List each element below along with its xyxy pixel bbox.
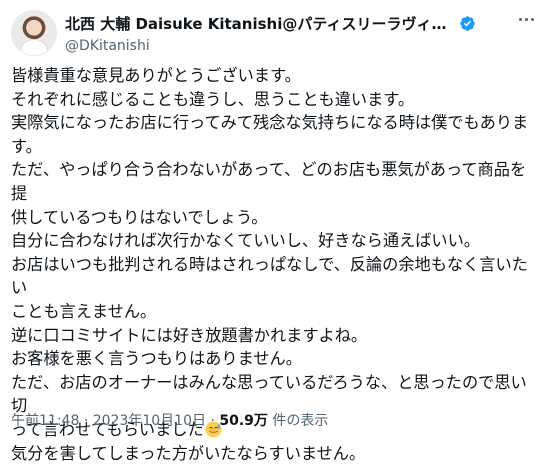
tweet-line: お客様を悪く言うつもりはありません。 bbox=[11, 347, 539, 371]
tweet-card: 北西 大輔 Daisuke Kitanishi@パティスリーラヴィアンレーヴ @… bbox=[0, 0, 550, 440]
tweet-line: お店はいつも批判される時はされっぱなしで、反論の余地もなく言いたい bbox=[11, 253, 539, 300]
tweet-line: 皆様貴重な意見ありがとうございます。 bbox=[11, 64, 539, 88]
tweet-meta: 午前11:48 · 2023年10月10日 · 50.9万 件の表示 bbox=[11, 410, 328, 430]
tweet-line: 気分を害してしまった方がいたならすいません。 bbox=[11, 442, 539, 465]
more-options-icon[interactable] bbox=[515, 12, 538, 27]
tweet-header: 北西 大輔 Daisuke Kitanishi@パティスリーラヴィアンレーヴ @… bbox=[65, 13, 510, 54]
verified-badge-icon bbox=[459, 15, 476, 32]
tweet-text: 皆様貴重な意見ありがとうございます。 それぞれに感じることも違うし、思うことも違… bbox=[11, 64, 539, 465]
avatar[interactable] bbox=[11, 10, 57, 56]
author-display-name[interactable]: 北西 大輔 Daisuke Kitanishi@パティスリーラヴィアンレーヴ bbox=[65, 13, 455, 34]
view-count[interactable]: 50.9万 bbox=[219, 413, 268, 429]
tweet-date[interactable]: 2023年10月10日 bbox=[93, 413, 206, 429]
tweet-line: 自分に合わなければ次行かなくていいし、好きなら通えばいい。 bbox=[11, 229, 539, 253]
author-handle[interactable]: @DKitanishi bbox=[65, 38, 510, 54]
tweet-line: それぞれに感じることも違うし、思うことも違います。 bbox=[11, 88, 539, 112]
meta-separator: · bbox=[210, 413, 214, 429]
tweet-line: 実際気になったお店に行ってみて残念な気持ちになる時は僕でもありま bbox=[11, 111, 539, 135]
tweet-line: ことも言えません。 bbox=[11, 300, 539, 324]
meta-separator: · bbox=[84, 413, 88, 429]
name-row: 北西 大輔 Daisuke Kitanishi@パティスリーラヴィアンレーヴ bbox=[65, 13, 510, 34]
tweet-line: 供しているつもりはないでしょう。 bbox=[11, 206, 539, 230]
tweet-time[interactable]: 午前11:48 bbox=[11, 413, 79, 429]
tweet-line: ただ、やっぱり合う合わないがあって、どのお店も悪気があって商品を提 bbox=[11, 158, 539, 205]
tweet-line: す。 bbox=[11, 135, 539, 159]
view-label: 件の表示 bbox=[272, 413, 328, 429]
chef-coat-shape bbox=[20, 39, 48, 56]
tweet-line: 逆に口コミサイトには好き放題書かれますよね。 bbox=[11, 324, 539, 348]
